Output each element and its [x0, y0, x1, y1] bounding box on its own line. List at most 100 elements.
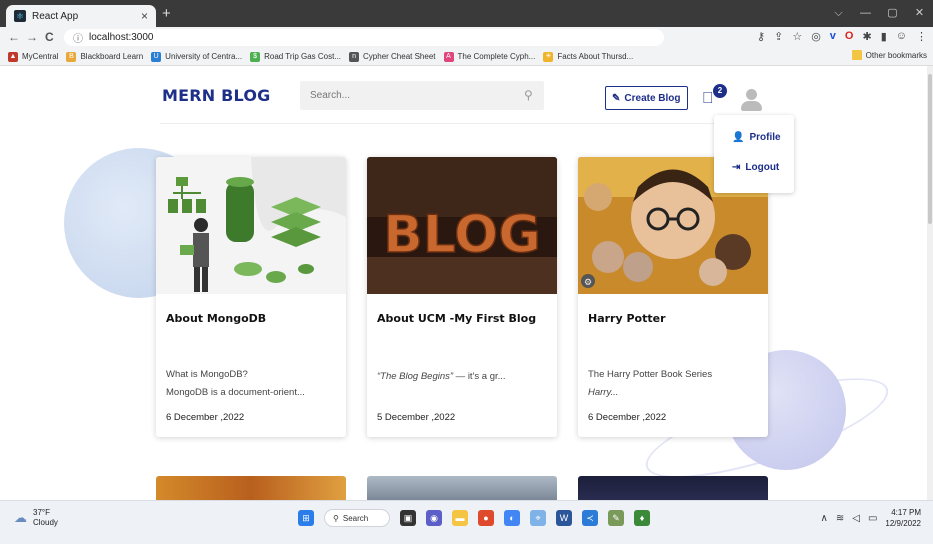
- vscode-icon[interactable]: ≺: [582, 510, 598, 526]
- tab-search-icon[interactable]: ⌵: [825, 0, 852, 27]
- post-title[interactable]: About MongoDB: [166, 312, 266, 325]
- bookmark-label: Blackboard Learn: [80, 52, 144, 61]
- weather-temp: 37°F: [33, 508, 50, 517]
- back-arrow-icon[interactable]: ←: [8, 30, 20, 44]
- create-blog-label: Create Blog: [624, 92, 681, 104]
- vimeo-extension-icon[interactable]: v: [830, 30, 836, 43]
- blog-card[interactable]: About MongoDB What is MongoDB? MongoDB i…: [156, 157, 346, 437]
- header-divider: [160, 123, 770, 124]
- profile-avatar-icon[interactable]: ☺: [896, 30, 907, 43]
- other-bookmarks[interactable]: Other bookmarks: [851, 50, 927, 60]
- blog-card-partial[interactable]: [156, 476, 346, 500]
- more-menu-icon[interactable]: ⋮: [916, 30, 927, 43]
- clock[interactable]: 4:17 PM 12/9/2022: [885, 507, 921, 529]
- post-excerpt: “The Blog Begins” — it's a gr...: [377, 371, 506, 382]
- weather-text: 37°F Cloudy: [33, 508, 58, 528]
- avatar-body: [741, 101, 762, 111]
- shield-icon[interactable]: ◎: [811, 30, 821, 43]
- url-field[interactable]: ⓘ localhost:3000: [64, 29, 664, 46]
- scrollbar-thumb[interactable]: [928, 74, 932, 224]
- page-scrollbar[interactable]: [927, 66, 933, 500]
- search-input[interactable]: [300, 81, 544, 110]
- site-info-icon[interactable]: ⓘ: [73, 30, 83, 45]
- folder-icon: [851, 50, 862, 60]
- close-window-button[interactable]: ✕: [906, 0, 933, 27]
- bookmark-blackboard[interactable]: B Blackboard Learn: [66, 51, 144, 62]
- post-excerpt-rest: — it's a gr...: [453, 371, 506, 382]
- clock-time: 4:17 PM: [891, 508, 921, 517]
- chrome-icon[interactable]: ◐: [504, 510, 520, 526]
- bookmark-label: Road Trip Gas Cost...: [264, 52, 342, 61]
- star-icon[interactable]: ☆: [792, 30, 802, 43]
- post-excerpt: The Harry Potter Book Series: [588, 369, 713, 380]
- maximize-button[interactable]: ▢: [879, 0, 906, 27]
- task-view-icon[interactable]: ▣: [400, 510, 416, 526]
- bookmark-complete-cypher[interactable]: A The Complete Cyph...: [443, 51, 536, 62]
- taskbar-search[interactable]: ⚲ Search: [324, 509, 390, 527]
- new-tab-button[interactable]: +: [162, 5, 171, 22]
- bookmark-icon: $: [250, 51, 261, 62]
- battery-icon[interactable]: ▭: [868, 513, 877, 524]
- browser-tab[interactable]: ⚛ React App ×: [6, 5, 156, 27]
- windows-taskbar: ☁ 37°F Cloudy ⊞ ⚲ Search ▣ ◉ ▬ ● ◐ ⌖ W ≺…: [0, 500, 933, 544]
- share-icon[interactable]: ⇪: [774, 30, 783, 43]
- bookmark-icon: U: [151, 51, 162, 62]
- mongodb-compass-icon[interactable]: ♦: [634, 510, 650, 526]
- post-title[interactable]: About UCM -My First Blog: [377, 312, 536, 325]
- wifi-icon[interactable]: ≋: [836, 513, 844, 524]
- notification-badge: 2: [712, 83, 728, 99]
- bookmark-label: The Complete Cyph...: [457, 52, 536, 61]
- bookmark-university[interactable]: U University of Centra...: [151, 51, 242, 62]
- create-blog-button[interactable]: ✎ Create Blog: [605, 86, 688, 110]
- post-title[interactable]: Harry Potter: [588, 312, 666, 325]
- menu-item-profile[interactable]: 👤 Profile: [732, 132, 781, 143]
- bookmark-icon: n: [349, 51, 360, 62]
- taskbar-apps: ⊞ ⚲ Search ▣ ◉ ▬ ● ◐ ⌖ W ≺ ✎ ♦: [298, 509, 650, 527]
- puzzle-icon[interactable]: ✱: [862, 30, 871, 43]
- network-app-icon[interactable]: ⌖: [530, 510, 546, 526]
- bookmark-cypher[interactable]: n Cypher Cheat Sheet: [349, 51, 436, 62]
- menu-item-logout[interactable]: ⇥ Logout: [732, 162, 779, 173]
- app-header: MERN BLOG ⚲ ✎ Create Blog ⎕ 2: [160, 81, 770, 113]
- chat-icon[interactable]: ◉: [426, 510, 442, 526]
- app-logo[interactable]: MERN BLOG: [162, 86, 271, 105]
- sidebar-icon[interactable]: ▮: [881, 30, 887, 43]
- firefox-icon[interactable]: ●: [478, 510, 494, 526]
- svg-text:⚙: ⚙: [584, 277, 592, 287]
- cloud-icon: ☁: [14, 510, 27, 525]
- bookmarks-icon[interactable]: ⎕: [703, 90, 713, 108]
- search-icon: ⚲: [333, 513, 339, 523]
- reload-icon[interactable]: C: [45, 30, 54, 44]
- bookmark-facts[interactable]: ☀ Facts About Thursd...: [543, 51, 633, 62]
- blog-card[interactable]: BLOG About UCM -My First Blog “The Blog …: [367, 157, 557, 437]
- search-icon[interactable]: ⚲: [524, 88, 533, 102]
- weather-condition: Cloudy: [33, 518, 58, 527]
- user-avatar[interactable]: [738, 87, 764, 113]
- bookmark-icon: ▲: [8, 51, 18, 62]
- key-icon[interactable]: ⚷: [757, 30, 765, 43]
- weather-widget[interactable]: ☁ 37°F Cloudy: [14, 508, 58, 528]
- forward-arrow-icon[interactable]: →: [26, 30, 38, 44]
- photos-icon[interactable]: ✎: [608, 510, 624, 526]
- mongodb-illustration: [156, 157, 346, 294]
- system-tray: ∧ ≋ ◁ ▭ 4:17 PM 12/9/2022: [821, 507, 921, 529]
- blog-card-partial[interactable]: [578, 476, 768, 500]
- blog-card[interactable]: ⚙ Harry Potter The Harry Potter Book Ser…: [578, 157, 768, 437]
- chevron-up-icon[interactable]: ∧: [821, 513, 828, 524]
- file-explorer-icon[interactable]: ▬: [452, 510, 468, 526]
- bookmark-roadtrip[interactable]: $ Road Trip Gas Cost...: [250, 51, 342, 62]
- volume-icon[interactable]: ◁: [852, 513, 860, 524]
- opera-extension-icon[interactable]: O: [845, 30, 854, 43]
- pencil-icon: ✎: [612, 92, 621, 104]
- page-content: MERN BLOG ⚲ ✎ Create Blog ⎕ 2: [0, 66, 927, 500]
- bookmark-mycentral[interactable]: ▲ MyCentral: [8, 51, 58, 62]
- tab-close-icon[interactable]: ×: [141, 9, 148, 23]
- windows-start-icon[interactable]: ⊞: [298, 510, 314, 526]
- post-excerpt: Harry...: [588, 387, 619, 398]
- url-text: localhost:3000: [89, 32, 154, 43]
- minimize-button[interactable]: —: [852, 0, 879, 27]
- word-icon[interactable]: W: [556, 510, 572, 526]
- browser-tab-bar: ⚛ React App × + ⌵ — ▢ ✕: [0, 0, 933, 27]
- blog-card-partial[interactable]: [367, 476, 557, 500]
- bookmarks-bar: ▲ MyCentral B Blackboard Learn U University…: [0, 48, 933, 66]
